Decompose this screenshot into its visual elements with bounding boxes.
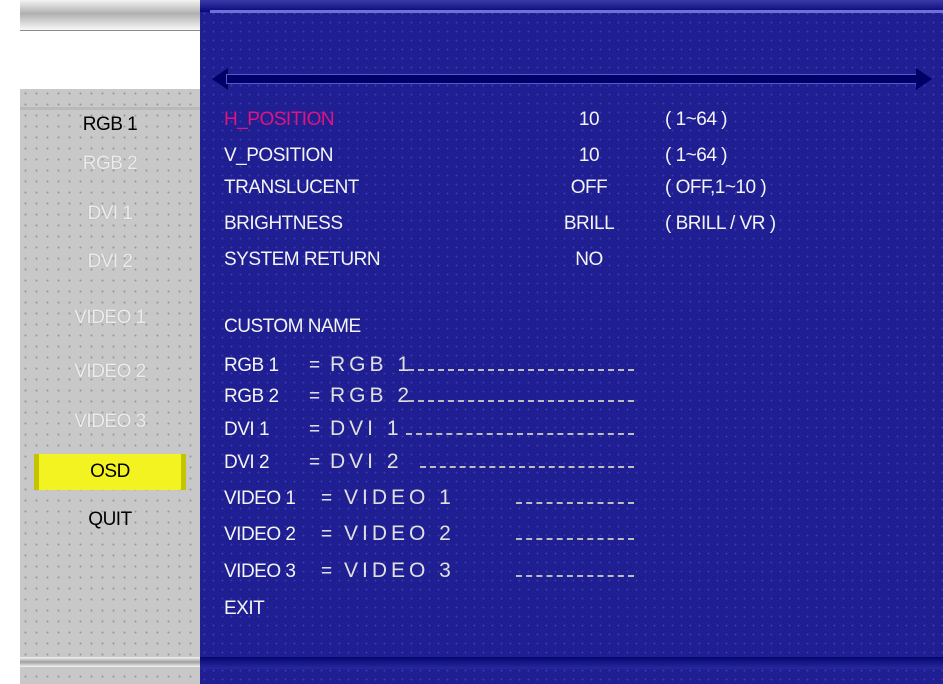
custom-name-row-rgb1[interactable]: RGB 1 = RGB 1 bbox=[224, 353, 924, 385]
sidebar-top-bar bbox=[20, 0, 200, 31]
slider-track[interactable] bbox=[226, 74, 918, 84]
custom-name-value[interactable]: VIDEO 1 bbox=[344, 486, 455, 510]
custom-name-blank-slots bbox=[516, 538, 634, 540]
setting-value[interactable]: BRILL bbox=[549, 213, 629, 235]
custom-name-title: CUSTOM NAME bbox=[224, 316, 361, 337]
setting-range: ( 1~64 ) bbox=[665, 109, 728, 130]
custom-name-blank-slots bbox=[516, 575, 634, 577]
custom-name-value[interactable]: RGB 1 bbox=[330, 353, 413, 377]
setting-row-translucent[interactable]: TRANSLUCENT OFF ( OFF,1~10 ) bbox=[200, 177, 943, 207]
custom-name-row-video3[interactable]: VIDEO 3 = VIDEO 3 bbox=[224, 559, 924, 591]
sidebar-item-osd[interactable]: OSD bbox=[34, 454, 186, 490]
custom-name-label: DVI 1 bbox=[224, 419, 270, 440]
equals-sign: = bbox=[309, 386, 320, 407]
custom-name-row-dvi2[interactable]: DVI 2 = DVI 2 bbox=[224, 450, 924, 482]
sidebar-item-video1[interactable]: VIDEO 1 bbox=[20, 303, 200, 333]
custom-name-row-video2[interactable]: VIDEO 2 = VIDEO 2 bbox=[224, 522, 924, 554]
osd-settings-panel: H_POSITION 10 ( 1~64 ) V_POSITION 10 ( 1… bbox=[200, 0, 943, 684]
setting-value[interactable]: OFF bbox=[549, 177, 629, 199]
custom-name-blank-slots bbox=[408, 400, 634, 402]
setting-value[interactable]: 10 bbox=[549, 109, 629, 131]
setting-range: ( 1~64 ) bbox=[665, 145, 728, 166]
setting-row-v-position[interactable]: V_POSITION 10 ( 1~64 ) bbox=[200, 145, 943, 175]
custom-name-value[interactable]: RGB 2 bbox=[330, 384, 413, 408]
sidebar: RGB 1 RGB 2 DVI 1 DVI 2 VIDEO 1 VIDEO 2 … bbox=[20, 0, 200, 684]
custom-name-row-dvi1[interactable]: DVI 1 = DVI 1 bbox=[224, 417, 924, 449]
custom-name-label: VIDEO 1 bbox=[224, 488, 296, 509]
setting-row-system-return[interactable]: SYSTEM RETURN NO bbox=[200, 249, 943, 279]
custom-name-value[interactable]: VIDEO 3 bbox=[344, 559, 455, 583]
setting-row-h-position[interactable]: H_POSITION 10 ( 1~64 ) bbox=[200, 109, 943, 139]
custom-name-value[interactable]: DVI 1 bbox=[330, 417, 403, 441]
sidebar-item-dvi1[interactable]: DVI 1 bbox=[20, 199, 200, 229]
logo-area bbox=[20, 31, 200, 110]
equals-sign: = bbox=[321, 561, 332, 582]
slider-right-arrow-icon[interactable] bbox=[916, 68, 932, 90]
custom-name-blank-slots bbox=[516, 502, 634, 504]
sidebar-item-video2[interactable]: VIDEO 2 bbox=[20, 357, 200, 387]
equals-sign: = bbox=[321, 488, 332, 509]
setting-range: ( BRILL / VR ) bbox=[665, 213, 776, 234]
setting-label: TRANSLUCENT bbox=[224, 177, 359, 198]
setting-range: ( OFF,1~10 ) bbox=[665, 177, 767, 198]
equals-sign: = bbox=[321, 524, 332, 545]
equals-sign: = bbox=[309, 419, 320, 440]
setting-label: V_POSITION bbox=[224, 145, 334, 166]
setting-value[interactable]: 10 bbox=[549, 145, 629, 167]
custom-name-label: VIDEO 2 bbox=[224, 524, 296, 545]
custom-name-label: VIDEO 3 bbox=[224, 561, 296, 582]
custom-name-label: RGB 2 bbox=[224, 386, 279, 407]
setting-label: H_POSITION bbox=[224, 109, 335, 130]
sidebar-item-quit[interactable]: QUIT bbox=[20, 505, 200, 535]
adjustment-slider[interactable] bbox=[212, 68, 932, 90]
custom-name-value[interactable]: VIDEO 2 bbox=[344, 522, 455, 546]
sidebar-item-rgb2[interactable]: RGB 2 bbox=[20, 149, 200, 179]
custom-name-blank-slots bbox=[420, 466, 634, 468]
sidebar-bottom-bar bbox=[20, 657, 200, 667]
exit-button[interactable]: EXIT bbox=[224, 598, 265, 620]
custom-name-blank-slots bbox=[408, 369, 634, 371]
custom-name-row-video1[interactable]: VIDEO 1 = VIDEO 1 bbox=[224, 486, 924, 518]
setting-label: BRIGHTNESS bbox=[224, 213, 343, 234]
custom-name-label: RGB 1 bbox=[224, 355, 279, 376]
custom-name-blank-slots bbox=[406, 433, 634, 435]
setting-label: SYSTEM RETURN bbox=[224, 249, 381, 270]
custom-name-row-rgb2[interactable]: RGB 2 = RGB 2 bbox=[224, 384, 924, 416]
panel-bottom-bar bbox=[200, 657, 943, 669]
setting-row-brightness[interactable]: BRIGHTNESS BRILL ( BRILL / VR ) bbox=[200, 213, 943, 243]
sidebar-item-video3[interactable]: VIDEO 3 bbox=[20, 407, 200, 437]
custom-name-label: DVI 2 bbox=[224, 452, 270, 473]
custom-name-value[interactable]: DVI 2 bbox=[330, 450, 403, 474]
setting-value[interactable]: NO bbox=[549, 249, 629, 271]
sidebar-item-rgb1[interactable]: RGB 1 bbox=[20, 110, 200, 140]
panel-top-line bbox=[210, 10, 943, 13]
equals-sign: = bbox=[309, 355, 320, 376]
sidebar-item-dvi2[interactable]: DVI 2 bbox=[20, 247, 200, 277]
equals-sign: = bbox=[309, 452, 320, 473]
